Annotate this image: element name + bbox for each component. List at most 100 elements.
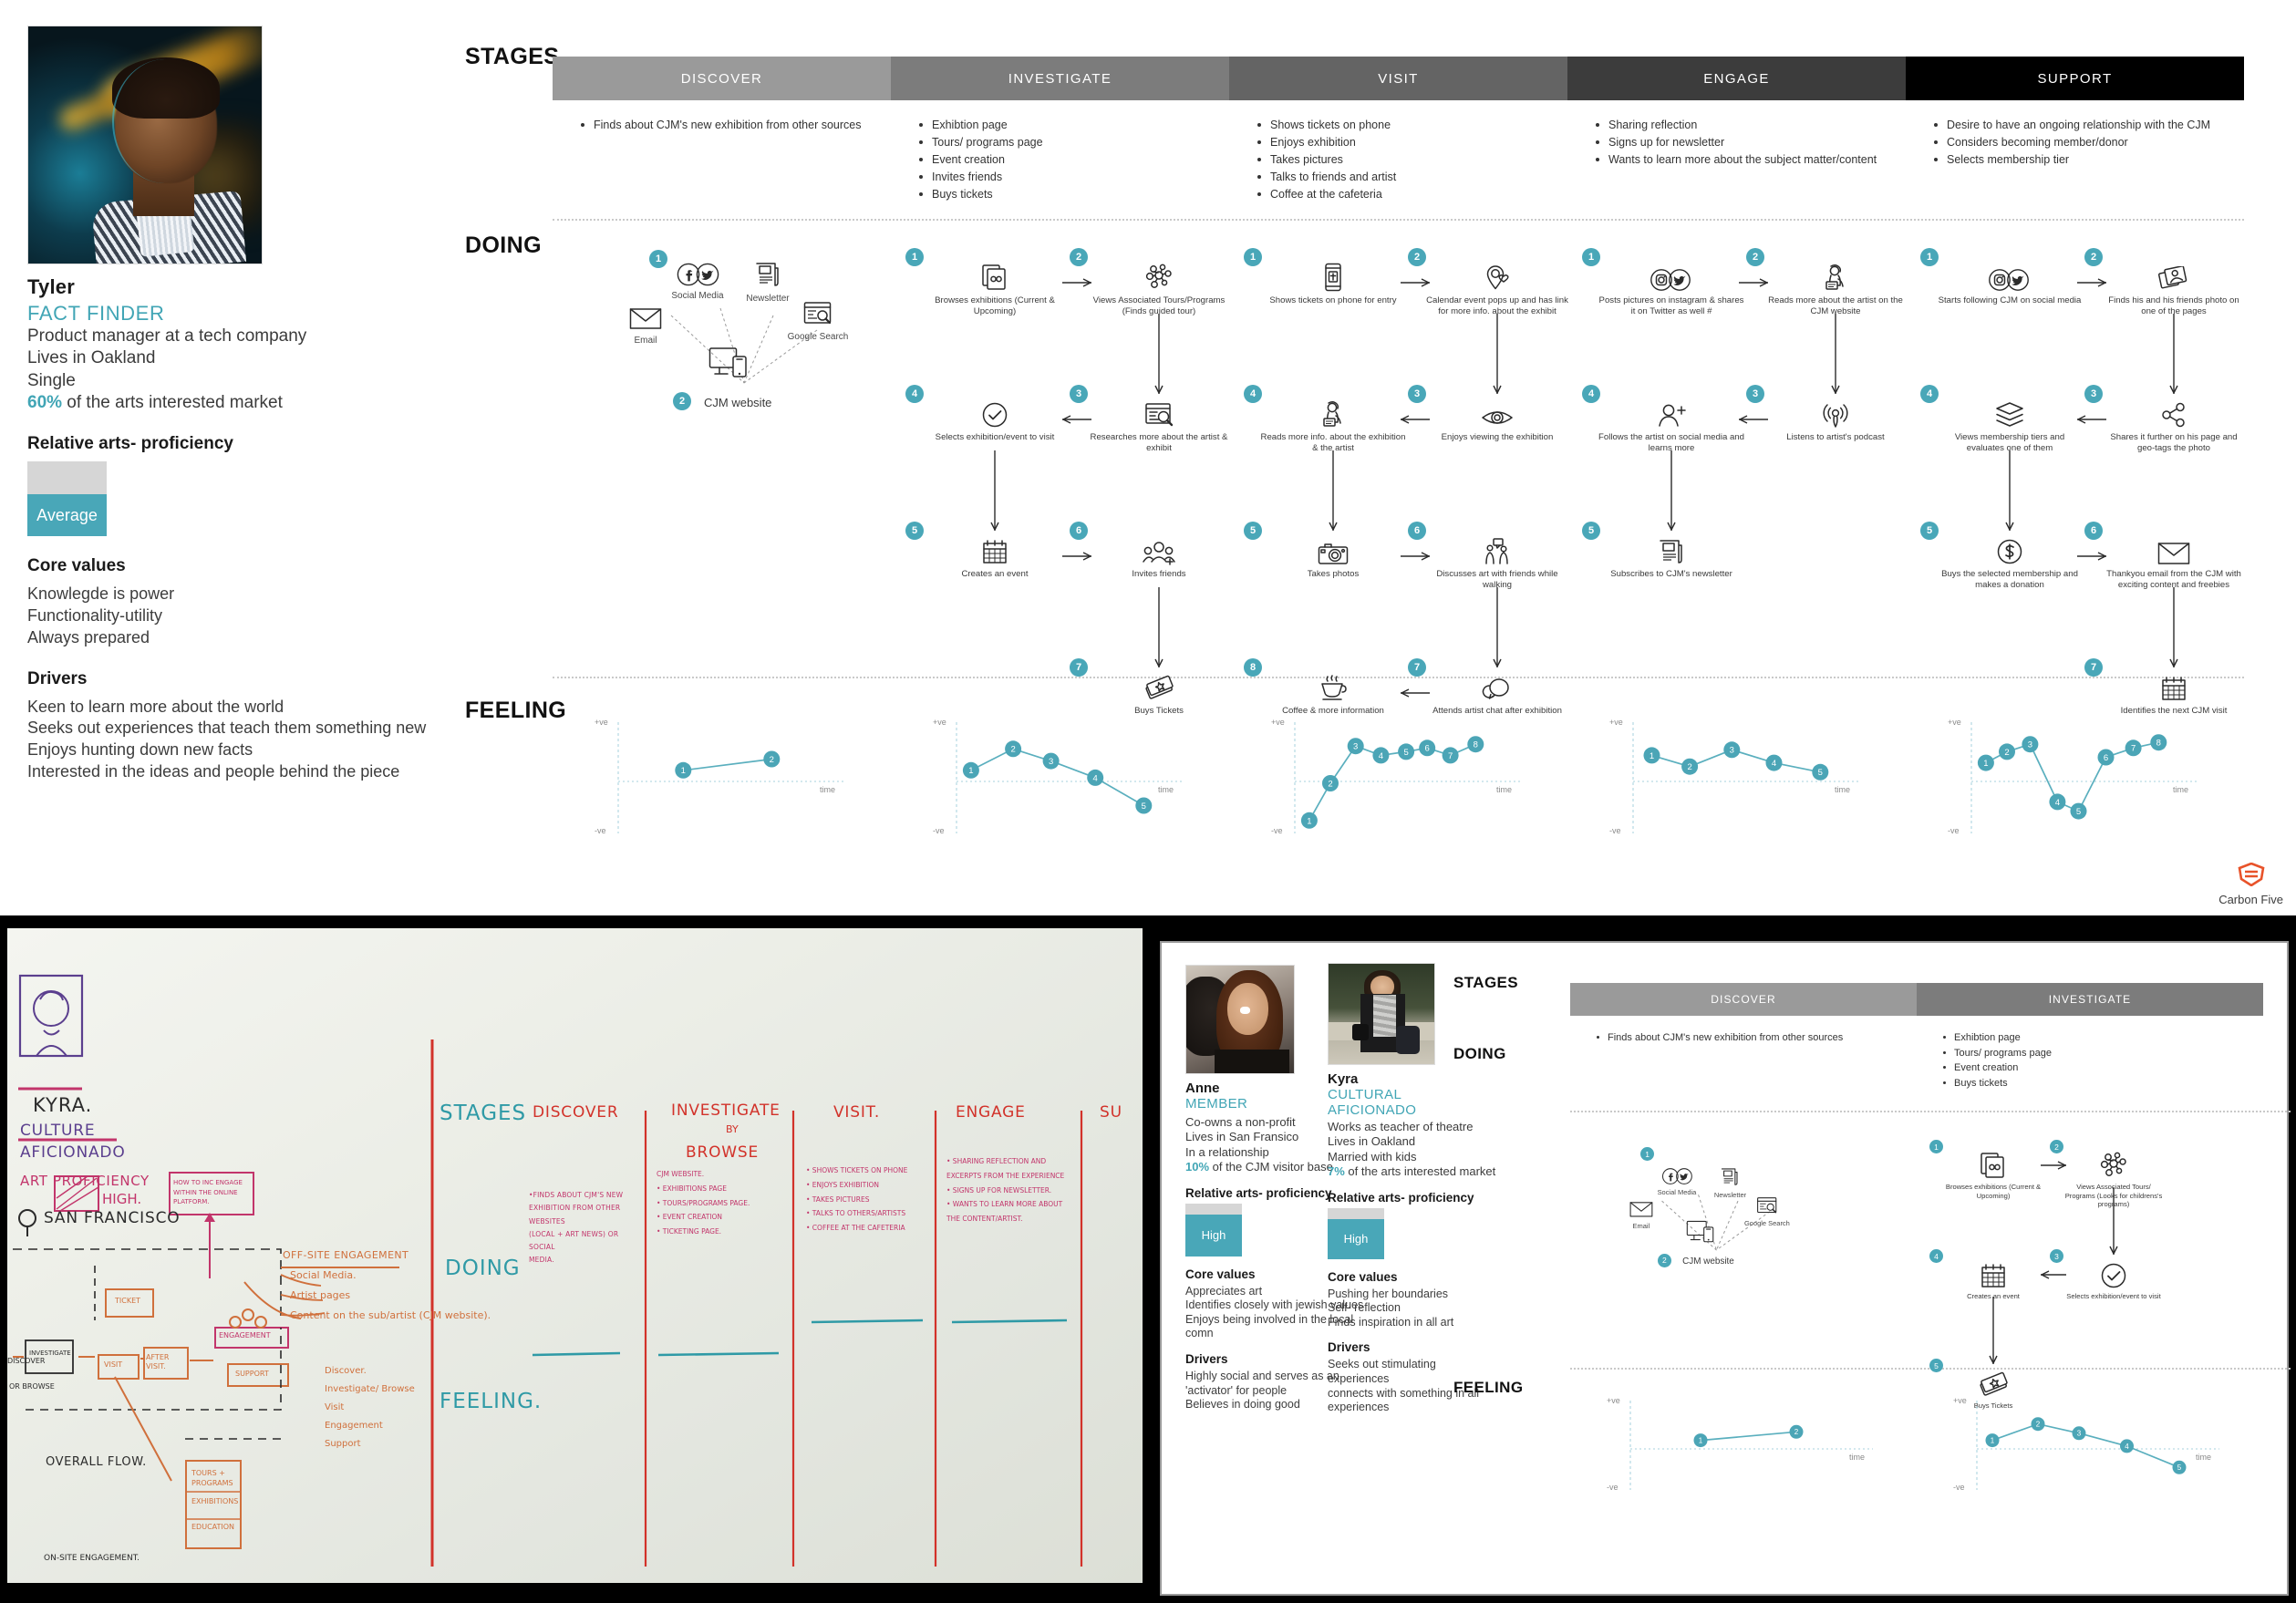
stages-bar: DISCOVER INVESTIGATE VISIT ENGAGE SUPPORT bbox=[553, 57, 2244, 100]
step-number-badge: 4 bbox=[1920, 385, 1939, 403]
wb-onsite-1: EXHIBITIONS bbox=[191, 1497, 239, 1505]
axis-label-time: time bbox=[2196, 1453, 2212, 1462]
flow-arrow-vertical bbox=[1831, 314, 1840, 395]
doing-step: Coffee & more information bbox=[1260, 671, 1406, 717]
wb-legend-2: Visit bbox=[325, 1402, 345, 1412]
svg-text:3: 3 bbox=[2028, 740, 2032, 750]
feeling-chart: 1 2 3 4 5 +ve -ve time bbox=[1609, 717, 1866, 841]
step-number-badge: 1 bbox=[1640, 1147, 1655, 1161]
step-number-badge: 7 bbox=[2084, 658, 2103, 677]
mini-name-kyra: Kyra bbox=[1328, 1071, 1359, 1087]
social-media-node: Social Media bbox=[1649, 1160, 1705, 1196]
wb-offsite-0: Social Media. bbox=[290, 1269, 357, 1281]
svg-text:4: 4 bbox=[1093, 773, 1098, 783]
calendar-icon bbox=[1940, 1258, 2046, 1289]
axis-label-positive: +ve bbox=[595, 718, 608, 727]
wb-onsite-0: TOURS + PROGRAMS bbox=[191, 1469, 233, 1488]
flow-arrow-vertical bbox=[2169, 314, 2178, 395]
source-label: Google Search bbox=[1744, 1218, 1790, 1227]
flow-arrow-vertical bbox=[1493, 314, 1502, 395]
svg-text:4: 4 bbox=[2055, 798, 2060, 808]
source-label: Email bbox=[1632, 1221, 1650, 1230]
follow-person-icon bbox=[1598, 398, 1744, 429]
persona-detail-2: Single bbox=[27, 370, 76, 390]
stage-bullet: Tours/ programs page bbox=[916, 134, 1204, 151]
wb-flow-investigate: INVESTIGATE bbox=[29, 1350, 71, 1357]
stage-bullet: Wants to learn more about the subject ma… bbox=[1593, 151, 1880, 169]
step-number-badge: 3 bbox=[1070, 385, 1088, 403]
axis-label-positive: +ve bbox=[1609, 718, 1623, 727]
feeling-chart: 1 2 +ve -ve time bbox=[595, 717, 851, 841]
doing-step: Starts following CJM on social media bbox=[1937, 261, 2083, 306]
kyra-pct: 7% bbox=[1328, 1164, 1345, 1179]
anne-pct-text: of the CJM visitor base bbox=[1209, 1160, 1333, 1174]
wb-col-investigate-4: • TICKETING PAGE. bbox=[657, 1227, 722, 1236]
stage-header-discover[interactable]: DISCOVER bbox=[553, 57, 891, 100]
carbon-five-name: Carbon Five bbox=[2218, 893, 2283, 906]
wb-flow-support: SUPPORT bbox=[235, 1370, 269, 1378]
flow-arrow-vertical bbox=[2169, 587, 2178, 668]
svg-text:4: 4 bbox=[2125, 1443, 2129, 1451]
stage-header-engage[interactable]: ENGAGE bbox=[1567, 57, 1906, 100]
wb-stage-visit: VISIT. bbox=[833, 1103, 881, 1122]
wb-col-engage: • SHARING REFLECTION AND EXCERPTS FROM T… bbox=[946, 1154, 1074, 1226]
wb-flow-visit: VISIT bbox=[104, 1360, 123, 1369]
step-number-badge: 7 bbox=[1408, 658, 1426, 677]
wb-proficiency-head: ART PROFICIENCY bbox=[20, 1173, 150, 1189]
stage-header-investigate[interactable]: INVESTIGATE bbox=[891, 57, 1229, 100]
axis-label-positive: +ve bbox=[1607, 1396, 1620, 1405]
source-node: Google Search bbox=[779, 301, 857, 342]
wb-offsite-1: Artist pages bbox=[290, 1289, 351, 1301]
driver-1: Seeks out experiences that teach them so… bbox=[27, 719, 427, 738]
stage-bullets-engage: Sharing reflection Signs up for newslette… bbox=[1593, 117, 1880, 169]
mini-stage-header-discover[interactable]: DISCOVER bbox=[1570, 983, 1917, 1016]
wb-col-investigate-2: • TOURS/PROGRAMS PAGE. bbox=[657, 1198, 750, 1207]
twitter-circle-icon bbox=[1675, 1168, 1692, 1188]
persona-photo-tyler bbox=[27, 26, 263, 264]
people-add-icon bbox=[1086, 534, 1232, 565]
svg-text:1: 1 bbox=[681, 766, 686, 776]
mini-stage-header-investigate[interactable]: INVESTIGATE bbox=[1917, 983, 2263, 1016]
mini-row-label-doing: DOING bbox=[1453, 1045, 1506, 1062]
journey-map-top-panel: Tyler FACT FINDER Product manager at a t… bbox=[0, 0, 2296, 915]
doing-step: Thankyou email from the CJM with excitin… bbox=[2101, 534, 2247, 592]
source-node: Newsletter bbox=[733, 261, 802, 304]
wb-row-stages: STAGES bbox=[440, 1101, 527, 1125]
flow-arrow-horizontal bbox=[1400, 412, 1430, 424]
stage-header-support[interactable]: SUPPORT bbox=[1906, 57, 2244, 100]
step-number-badge: 1 bbox=[905, 248, 924, 266]
twitter-circle-icon bbox=[696, 263, 719, 291]
wb-col-discover-1: EXHIBITION FROM OTHER WEBSITES bbox=[529, 1204, 621, 1226]
doing-step: Enjoys viewing the exhibition bbox=[1424, 398, 1570, 443]
wb-location: SAN FRANCISCO bbox=[44, 1209, 181, 1227]
persona-market-text: of the arts interested market bbox=[62, 392, 283, 412]
wb-flow-ticket: TICKET bbox=[115, 1297, 141, 1305]
wb-col-investigate-1: • EXHIBITIONS PAGE bbox=[657, 1184, 727, 1193]
flow-arrow-horizontal bbox=[1401, 275, 1431, 287]
doing-step: Browses exhibitions (Current & Upcoming) bbox=[1940, 1149, 2046, 1200]
step-number-badge: 7 bbox=[1070, 658, 1088, 677]
layers-icon bbox=[1937, 398, 2083, 429]
wb-col-visit: • SHOWS TICKETS ON PHONE • ENJOYS EXHIBI… bbox=[806, 1163, 925, 1236]
row-label-stages: STAGES bbox=[465, 44, 560, 69]
stage-header-visit[interactable]: VISIT bbox=[1229, 57, 1567, 100]
doing-step-caption: Coffee & more information bbox=[1282, 706, 1384, 716]
axis-label-time: time bbox=[1835, 785, 1851, 794]
doing-step: Identifies the next CJM visit bbox=[2101, 671, 2247, 717]
doing-step: Shares it further on his page and geo-ta… bbox=[2101, 398, 2247, 455]
core-value-2: Always prepared bbox=[27, 627, 150, 646]
step-number-badge: 4 bbox=[905, 385, 924, 403]
stage-bullet: Event creation bbox=[916, 151, 1204, 169]
doing-step: Shows tickets on phone for entry bbox=[1260, 261, 1406, 306]
wb-col-engage-1: EXCERPTS FROM THE EXPERIENCE bbox=[946, 1171, 1065, 1180]
kyra-proficiency-value: High bbox=[1328, 1218, 1384, 1259]
flow-arrow-horizontal bbox=[1062, 275, 1092, 287]
stage-bullet: Buys tickets bbox=[916, 186, 1204, 203]
stage-bullet: Shows tickets on phone bbox=[1255, 117, 1542, 134]
axis-label-positive: +ve bbox=[1271, 718, 1285, 727]
devices-icon bbox=[684, 346, 773, 384]
person-reading-icon bbox=[1763, 261, 1908, 292]
dollar-circle-icon bbox=[1937, 534, 2083, 565]
mini-stage-bullets-discover: Finds about CJM's new exhibition from ot… bbox=[1594, 1030, 1895, 1046]
svg-text:6: 6 bbox=[2104, 753, 2108, 763]
